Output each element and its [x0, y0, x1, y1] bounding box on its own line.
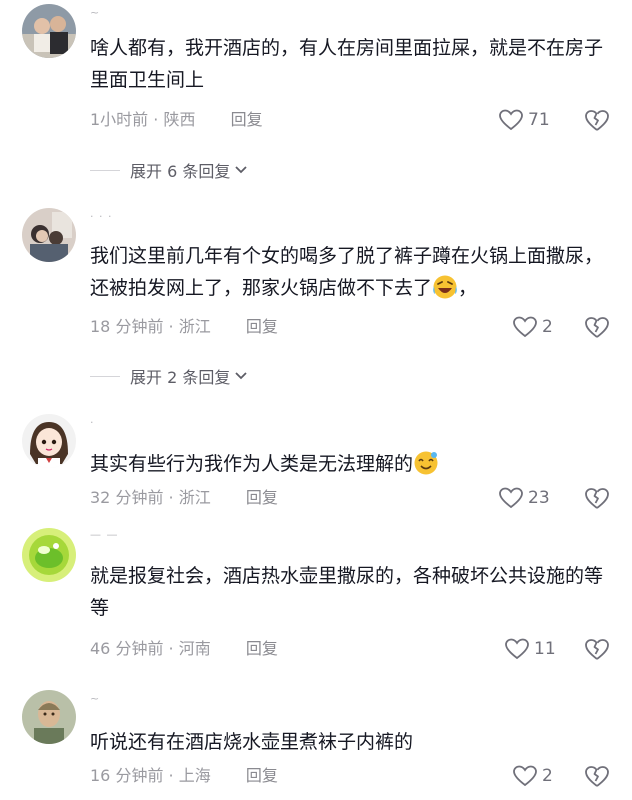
- chevron-down-icon: [235, 166, 247, 174]
- reply-button[interactable]: 回复: [246, 639, 278, 658]
- timestamp: 18 分钟前: [90, 317, 164, 336]
- location: 浙江: [178, 317, 211, 336]
- divider: [90, 169, 120, 171]
- broken-heart-icon[interactable]: [584, 107, 610, 133]
- comment-text: 听说还有在酒店烧水壶里煮袜子内裤的: [90, 731, 414, 753]
- comment-body: 其实有些行为我作为人类是无法理解的: [90, 453, 414, 475]
- heart-icon: [499, 109, 523, 131]
- dizzy-smile-emoji: [414, 451, 438, 475]
- meta-separator: ·: [168, 488, 174, 507]
- comment-body: 我们这里前几年有个女的喝多了脱了裤子蹲在火锅上面撒尿，还被拍发网上了，那家火锅店…: [90, 245, 604, 299]
- comment-meta: 32 分钟前 · 浙江 回复: [90, 486, 278, 510]
- comment-meta: 18 分钟前 · 浙江 回复: [90, 315, 278, 339]
- reply-button[interactable]: 回复: [231, 110, 263, 129]
- comment-text: 啥人都有，我开酒店的，有人在房间里面拉屎，就是不在房子里面卫生间上: [90, 37, 604, 91]
- avatar[interactable]: [22, 414, 76, 468]
- timestamp: 46 分钟前: [90, 639, 164, 658]
- location: 陕西: [163, 110, 196, 129]
- location: 上海: [178, 766, 211, 785]
- like-count: 2: [542, 317, 553, 337]
- divider: [90, 375, 120, 377]
- meta-separator: ·: [168, 317, 174, 336]
- heart-icon: [499, 487, 523, 509]
- like-button[interactable]: 11: [504, 635, 556, 663]
- heart-icon: [513, 765, 537, 787]
- reply-button[interactable]: 回复: [246, 317, 278, 336]
- like-count: 2: [542, 766, 553, 786]
- avatar[interactable]: [22, 690, 76, 744]
- like-button[interactable]: 2: [512, 762, 553, 790]
- comment-meta: 1小时前 · 陕西 回复: [90, 108, 263, 132]
- reply-button[interactable]: 回复: [246, 766, 278, 785]
- expand-label: 展开 6 条回复: [130, 162, 231, 181]
- location: 河南: [178, 639, 211, 658]
- username[interactable]: — —: [90, 528, 119, 541]
- like-button[interactable]: 71: [498, 106, 550, 134]
- like-count: 11: [534, 639, 556, 659]
- heart-icon: [513, 316, 537, 338]
- timestamp: 16 分钟前: [90, 766, 164, 785]
- broken-heart-icon[interactable]: [584, 763, 610, 789]
- avatar[interactable]: [22, 528, 76, 582]
- username[interactable]: ·: [90, 416, 95, 429]
- comment-meta: 46 分钟前 · 河南 回复: [90, 637, 278, 661]
- like-button[interactable]: 23: [498, 484, 550, 512]
- timestamp: 32 分钟前: [90, 488, 164, 507]
- meta-separator: ·: [153, 110, 159, 129]
- chevron-down-icon: [235, 372, 247, 380]
- broken-heart-icon[interactable]: [584, 485, 610, 511]
- avatar[interactable]: [22, 208, 76, 262]
- comment-suffix: ，: [458, 277, 478, 299]
- reply-button[interactable]: 回复: [246, 488, 278, 507]
- username[interactable]: ~: [90, 6, 100, 19]
- laughing-tears-emoji: [433, 275, 457, 299]
- comment-text: 其实有些行为我作为人类是无法理解的: [90, 448, 610, 480]
- avatar[interactable]: [22, 4, 76, 58]
- location: 浙江: [178, 488, 211, 507]
- meta-separator: ·: [168, 639, 174, 658]
- broken-heart-icon[interactable]: [584, 636, 610, 662]
- username[interactable]: · · ·: [90, 210, 112, 223]
- like-button[interactable]: 2: [512, 313, 553, 341]
- like-count: 71: [528, 110, 550, 130]
- timestamp: 1小时前: [90, 110, 149, 129]
- broken-heart-icon[interactable]: [584, 314, 610, 340]
- comment-text: 我们这里前几年有个女的喝多了脱了裤子蹲在火锅上面撒尿，还被拍发网上了，那家火锅店…: [90, 240, 610, 304]
- like-count: 23: [528, 488, 550, 508]
- expand-replies[interactable]: 展开 2 条回复: [90, 364, 248, 388]
- comment-text: 就是报复社会，酒店热水壶里撒尿的，各种破坏公共设施的等等: [90, 565, 604, 619]
- expand-label: 展开 2 条回复: [130, 368, 231, 387]
- username[interactable]: ~: [90, 692, 100, 705]
- heart-icon: [505, 638, 529, 660]
- comment-meta: 16 分钟前 · 上海 回复: [90, 764, 278, 788]
- expand-replies[interactable]: 展开 6 条回复: [90, 158, 248, 182]
- meta-separator: ·: [168, 766, 174, 785]
